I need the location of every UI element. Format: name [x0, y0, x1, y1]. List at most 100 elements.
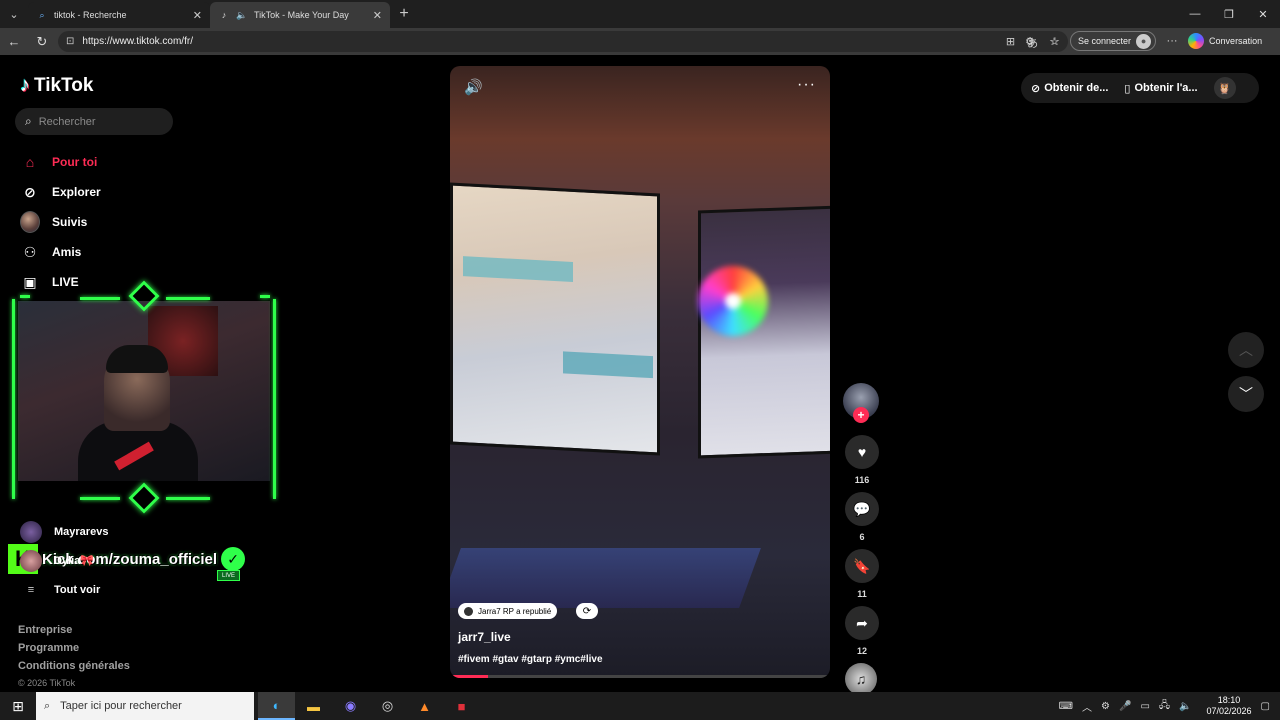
new-tab-button[interactable]: + [390, 5, 418, 23]
neon-frame [10, 280, 278, 514]
phone-icon: ▯ [1124, 82, 1131, 95]
signin-button[interactable]: Se connecter ● [1070, 31, 1157, 51]
nav-label: Explorer [52, 185, 101, 199]
discord-icon[interactable]: ◉ [332, 692, 369, 720]
extensions-icon[interactable]: ⚙ [1022, 35, 1038, 48]
video-progress-bar[interactable] [450, 675, 830, 678]
nav-amis[interactable]: ⚇ Amis [20, 237, 101, 267]
taskbar-search-placeholder: Taper ici pour rechercher [60, 700, 182, 712]
microphone-icon[interactable]: 🎤 [1119, 701, 1131, 712]
next-video-button[interactable]: ﹀ [1228, 376, 1264, 412]
tab-tiktok-search[interactable]: ⌕ tiktok - Recherche ✕ [28, 2, 210, 28]
volume-icon[interactable]: 🔊 [464, 78, 483, 96]
rgb-light [698, 266, 768, 336]
following-name: Dylia🎀 [54, 555, 94, 567]
tab-tiktok-main[interactable]: ♪ 🔈 TikTok - Make Your Day ✕ [210, 2, 390, 28]
chrome-icon[interactable]: ◎ [369, 692, 406, 720]
following-item[interactable]: Mayrarevs [20, 517, 108, 546]
app-available-icon[interactable]: ⊞ [1006, 35, 1015, 51]
app-orange-icon[interactable]: ▲ [406, 692, 443, 720]
taskbar-search[interactable]: ⌕ Taper ici pour rechercher [36, 692, 254, 720]
close-window-icon[interactable]: ✕ [1246, 0, 1280, 28]
repost-badge[interactable]: Jarra7 RP a republié [458, 603, 558, 619]
favorites-icon[interactable]: ☆ [1046, 35, 1062, 48]
show-hidden-icons[interactable]: ︿ [1082, 699, 1092, 714]
browser-right-tools: ⚙ ☆ Se connecter ● ··· Conversation [1022, 31, 1262, 51]
chevron-down-icon: ﹀ [1239, 386, 1253, 402]
creator-avatar[interactable]: + [843, 383, 879, 423]
close-tab-icon[interactable]: ✕ [373, 9, 382, 22]
edge-icon[interactable]: ◐ [258, 692, 295, 720]
footer-link-conditions[interactable]: Conditions générales [18, 660, 130, 678]
window-controls: — ❐ ✕ [1178, 0, 1280, 28]
url-text: https://www.tiktok.com/fr/ [82, 36, 193, 47]
nav-suivis[interactable]: Suivis [20, 207, 101, 237]
avatar [20, 520, 42, 543]
footer-link-programme[interactable]: Programme [18, 642, 130, 660]
following-item[interactable]: Dylia🎀 [20, 546, 108, 575]
minimize-icon[interactable]: — [1178, 0, 1212, 28]
follow-plus-icon[interactable]: + [853, 407, 869, 423]
back-icon[interactable]: ← [0, 34, 28, 49]
save-button[interactable]: 🔖 11 [843, 549, 881, 599]
search-icon: ⌕ [25, 114, 32, 128]
video-hashtags[interactable]: #fivem #gtav #gtarp #ymc#live [458, 654, 603, 665]
tiktok-logo[interactable]: ♪ TikTok [20, 74, 93, 97]
copilot-button[interactable]: Conversation [1188, 33, 1262, 49]
streamer-webcam-overlay [10, 280, 278, 514]
get-coins-label: Obtenir de... [1044, 82, 1109, 94]
footer-link-entreprise[interactable]: Entreprise [18, 624, 130, 642]
following-name: Mayrarevs [54, 525, 109, 538]
refresh-icon[interactable]: ↻ [28, 34, 56, 50]
get-coins-button[interactable]: ⊘ Obtenir de... [1031, 82, 1108, 95]
nav-pour-toi[interactable]: ⌂ Pour toi [20, 147, 101, 177]
search-input[interactable]: ⌕ Rechercher [15, 108, 173, 135]
bookmark-icon: 🔖 [845, 549, 879, 583]
heart-icon: ♥ [845, 435, 879, 469]
search-icon: ⌕ [44, 699, 51, 712]
network-app-icon[interactable]: ⚙ [1101, 701, 1110, 712]
system-clock[interactable]: 18:10 07/02/2026 [1207, 695, 1252, 717]
tab-title: tiktok - Recherche [54, 10, 127, 20]
avatar [464, 606, 473, 616]
avatar [20, 549, 42, 572]
video-player[interactable]: 🔊 ··· Jarra7 RP a republié ⟳ jarr7_live … [450, 66, 830, 678]
nav-explorer[interactable]: ⊘ Explorer [20, 177, 101, 207]
comment-button[interactable]: 💬 6 [843, 492, 881, 542]
battery-icon[interactable]: ▭ [1140, 701, 1149, 712]
home-icon: ⌂ [25, 154, 35, 170]
close-tab-icon[interactable]: ✕ [193, 9, 202, 22]
app-red-icon[interactable]: ■ [443, 692, 480, 720]
volume-icon[interactable]: 🔈 [1179, 701, 1191, 712]
windows-start-icon[interactable]: ⊞ [0, 692, 36, 720]
like-button[interactable]: ♥ 116 [843, 435, 881, 485]
keyboard-layout-icon[interactable]: ⌨ [1059, 701, 1073, 712]
speaker-icon[interactable]: 🔈 [236, 9, 248, 21]
previous-video-button[interactable]: ︿ [1228, 332, 1264, 368]
share-icon: ➦ [845, 606, 879, 640]
site-info-icon[interactable]: ⊡ [66, 36, 74, 47]
share-button[interactable]: ➦ 12 [843, 606, 881, 656]
coin-icon: ⊘ [1031, 82, 1041, 95]
tiktok-icon: ♪ [221, 10, 227, 20]
repost-icon[interactable]: ⟳ [576, 603, 598, 619]
profile-badge-icon[interactable]: 🦉 [1213, 77, 1236, 99]
logo-text: TikTok [34, 74, 94, 96]
tiktok-note-icon: ♪ [20, 74, 30, 96]
url-field[interactable]: ⊡ https://www.tiktok.com/fr/ ⊞ あ ☆ [58, 31, 1068, 52]
video-author[interactable]: jarr7_live [458, 630, 511, 644]
tab-actions-menu[interactable]: ⌄ [0, 0, 28, 28]
restore-icon[interactable]: ❐ [1212, 0, 1246, 28]
music-disc-icon[interactable]: ♫ [845, 663, 877, 695]
signin-label: Se connecter [1078, 36, 1132, 46]
network-icon[interactable]: 🖧 [1159, 698, 1170, 715]
get-app-label: Obtenir l'a... [1134, 82, 1198, 94]
file-explorer-icon[interactable]: ▬ [295, 692, 332, 720]
notifications-icon[interactable]: ▢ [1261, 701, 1270, 712]
more-options-icon[interactable]: ··· [1164, 35, 1180, 47]
see-all-link[interactable]: ≡ Tout voir [20, 575, 108, 604]
get-app-button[interactable]: ▯ Obtenir l'a... [1124, 82, 1197, 95]
more-options-icon[interactable]: ··· [797, 76, 816, 94]
system-tray: ⌨ ︿ ⚙ 🎤 ▭ 🖧 🔈 18:10 07/02/2026 ▢ [1059, 692, 1280, 720]
avatar [20, 211, 40, 233]
